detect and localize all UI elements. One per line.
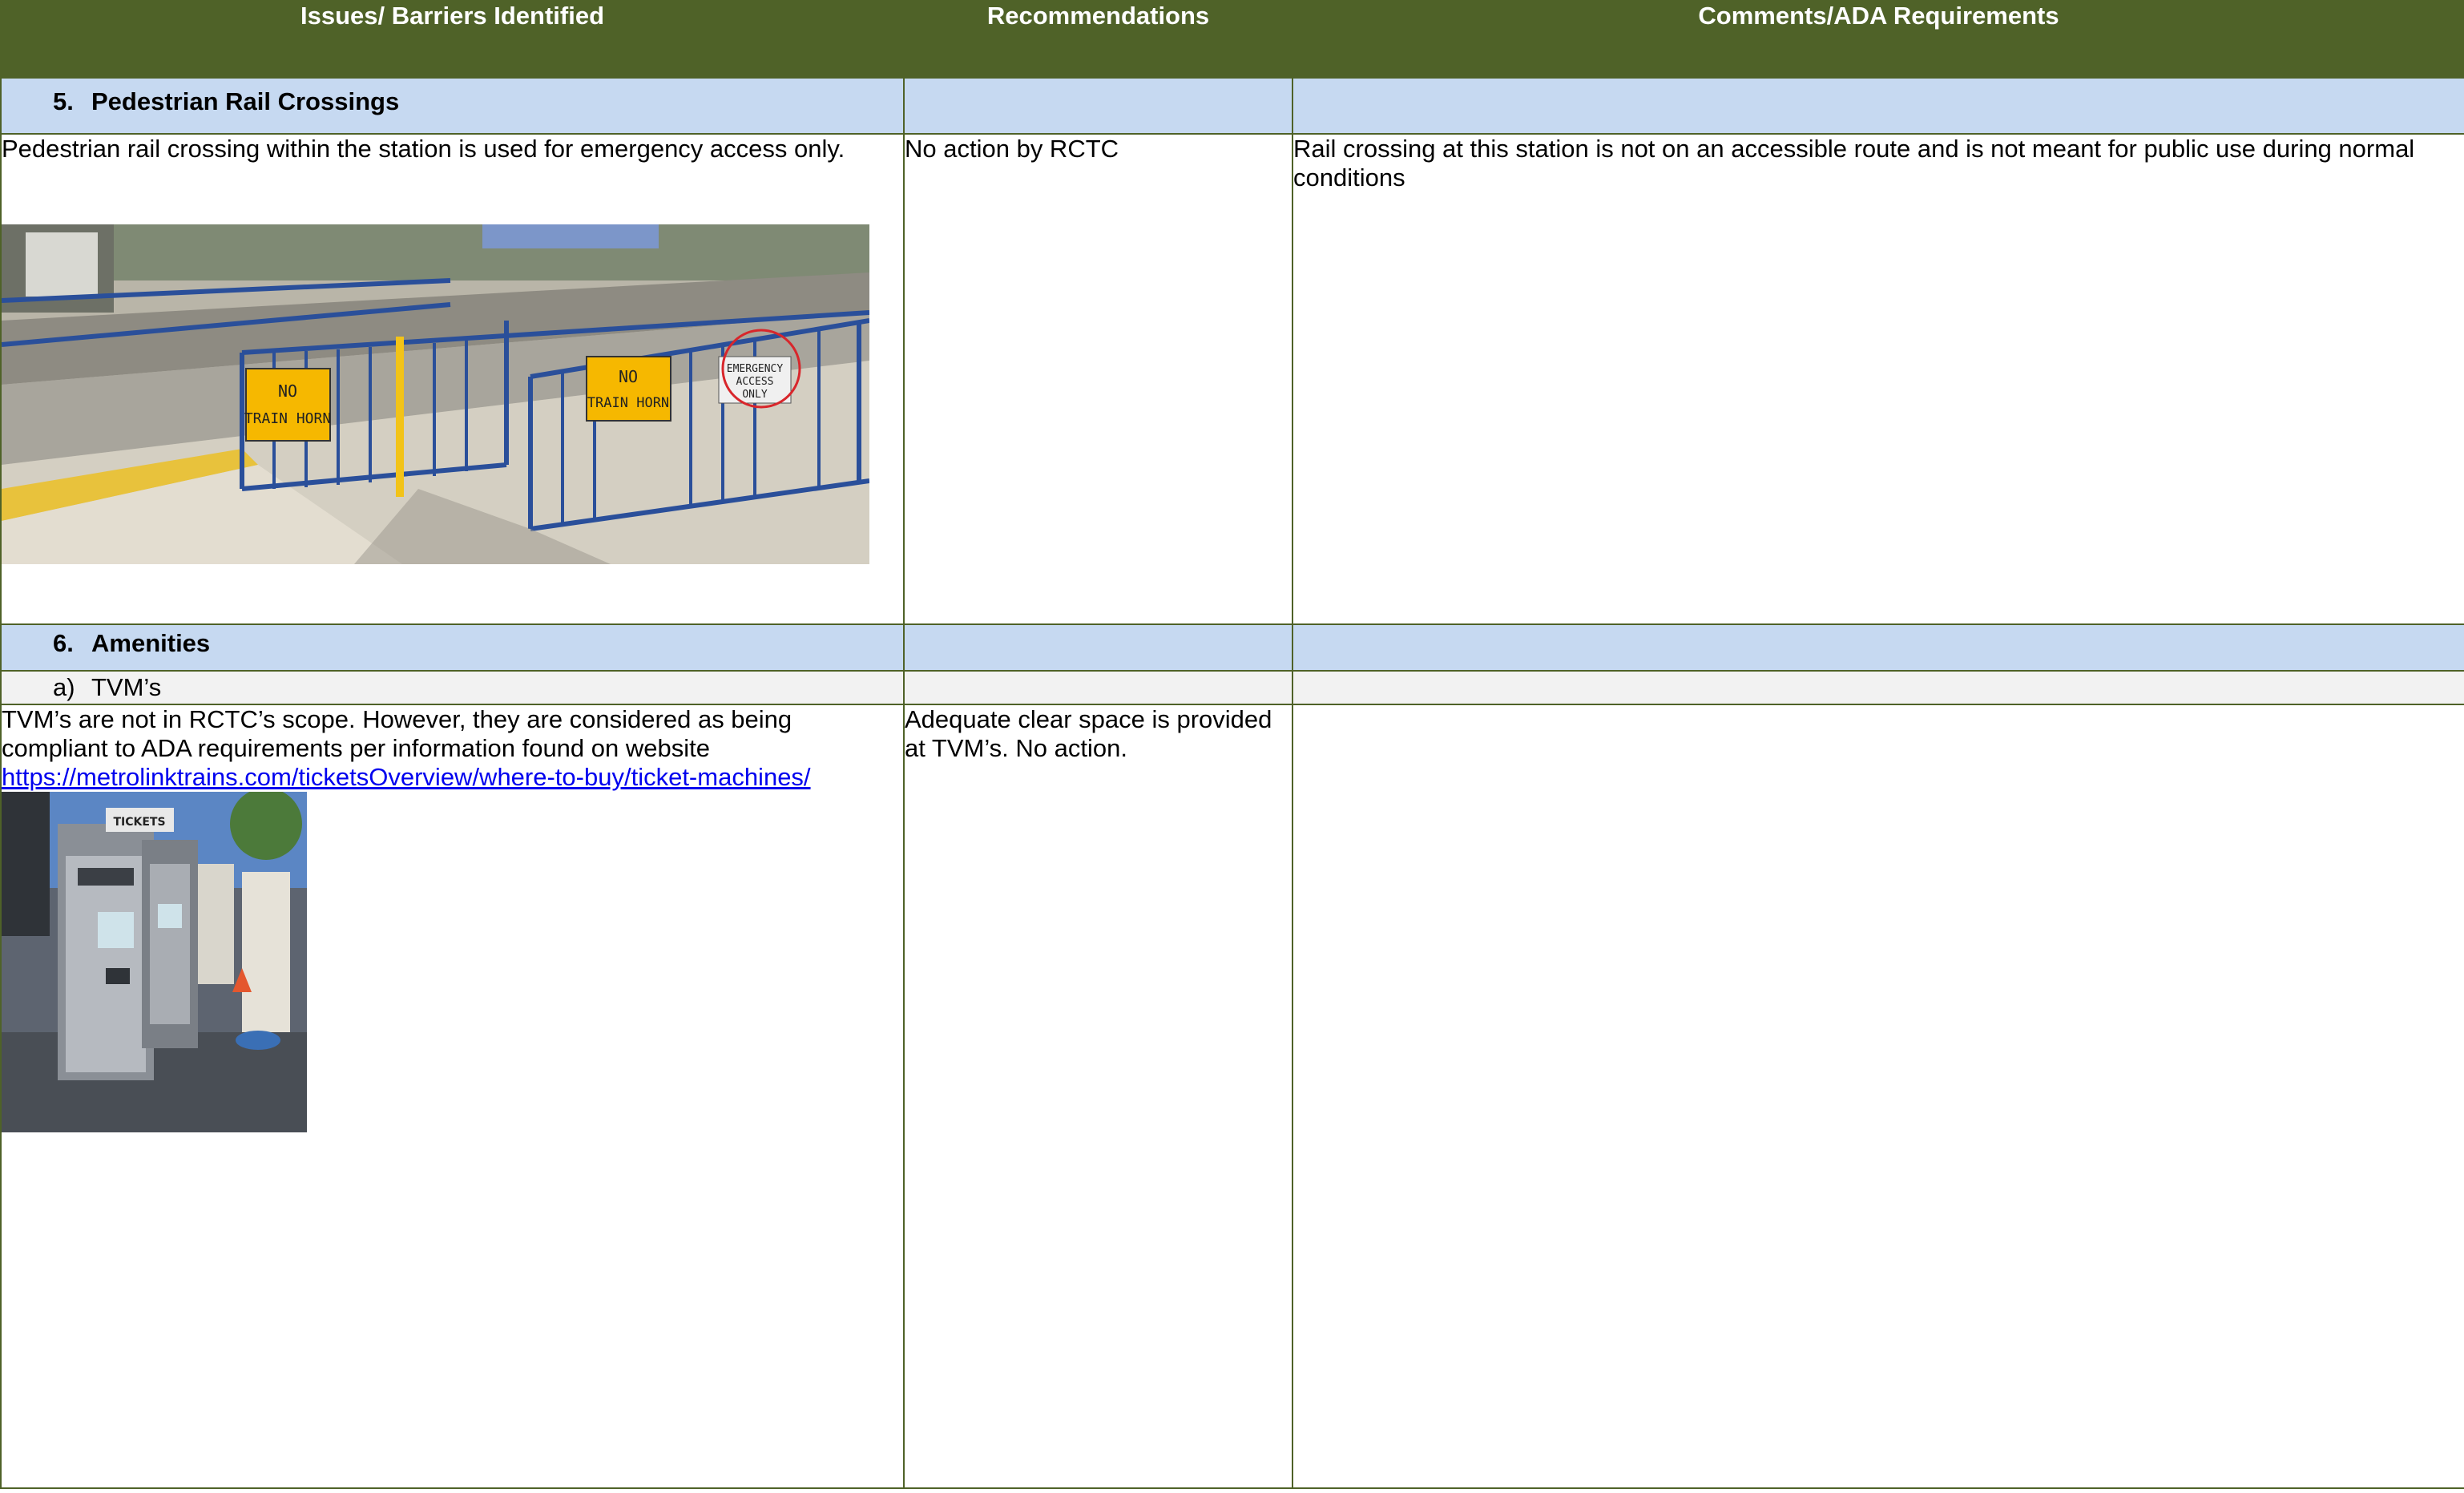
tvm-photo: TICKETS [2,792,307,1132]
subsection-title: TVM’s [91,673,162,701]
recommendation-text: No action by RCTC [905,135,1119,163]
subsection-heading: a) TVM’s [2,672,902,702]
section-title: Amenities [91,629,211,657]
rail-crossing-illustration: NO TRAIN HORN NO TRAIN HORN EMERGENCY AC… [2,224,869,564]
subsection-letter: a) [53,673,75,701]
comment-cell: Rail crossing at this station is not on … [1292,133,2464,625]
emergency-line3: ONLY [742,389,767,401]
table-row-rail-crossing: Pedestrian rail crossing within the stat… [0,133,2464,625]
section-number: 5. [53,87,74,115]
recommendation-cell: Adequate clear space is provided at TVM’… [903,704,1293,1489]
rail-crossing-photo: NO TRAIN HORN NO TRAIN HORN EMERGENCY AC… [2,224,869,564]
table-row-tvms: TVM’s are not in RCTC’s scope. However, … [0,704,2464,1489]
sign-left-line2: TRAIN HORN [244,410,331,427]
sign-right-line1: NO [619,367,638,386]
section-row-rail-crossings: 5. Pedestrian Rail Crossings [0,77,2464,135]
issue-text: TVM’s are not in RCTC’s scope. However, … [2,705,792,762]
table-header-row: Issues/ Barriers Identified Recommendati… [0,0,2464,79]
section-heading: 6. Amenities [2,626,902,659]
ada-issues-table: Issues/ Barriers Identified Recommendati… [0,0,2464,1489]
sign-left-line1: NO [278,381,297,401]
issue-text: Pedestrian rail crossing within the stat… [2,135,845,163]
recommendation-cell: No action by RCTC [903,133,1293,625]
emergency-line1: EMERGENCY [727,363,784,375]
header-issues: Issues/ Barriers Identified [0,0,905,79]
issue-cell: Pedestrian rail crossing within the stat… [0,133,905,625]
recommendation-text: Adequate clear space is provided at TVM’… [905,705,1272,762]
issue-cell: TVM’s are not in RCTC’s scope. However, … [0,704,905,1489]
metrolink-ticket-machines-link[interactable]: https://metrolinktrains.com/ticketsOverv… [2,763,811,791]
tvm-sign: TICKETS [113,816,165,829]
subsection-row-tvms: a) TVM’s [0,670,2464,705]
document-page: Issues/ Barriers Identified Recommendati… [0,0,2464,1493]
header-comments: Comments/ADA Requirements [1292,0,2464,79]
header-recommendations: Recommendations [903,0,1293,79]
section-title: Pedestrian Rail Crossings [91,87,400,115]
section-number: 6. [53,629,74,657]
comment-cell [1292,704,2464,1489]
section-heading: 5. Pedestrian Rail Crossings [2,79,902,117]
section-row-amenities: 6. Amenities [0,623,2464,672]
emergency-line2: ACCESS [736,376,774,388]
sign-right-line2: TRAIN HORN [587,395,669,411]
tvm-illustration: TICKETS [2,792,307,1132]
comment-text: Rail crossing at this station is not on … [1293,135,2415,192]
